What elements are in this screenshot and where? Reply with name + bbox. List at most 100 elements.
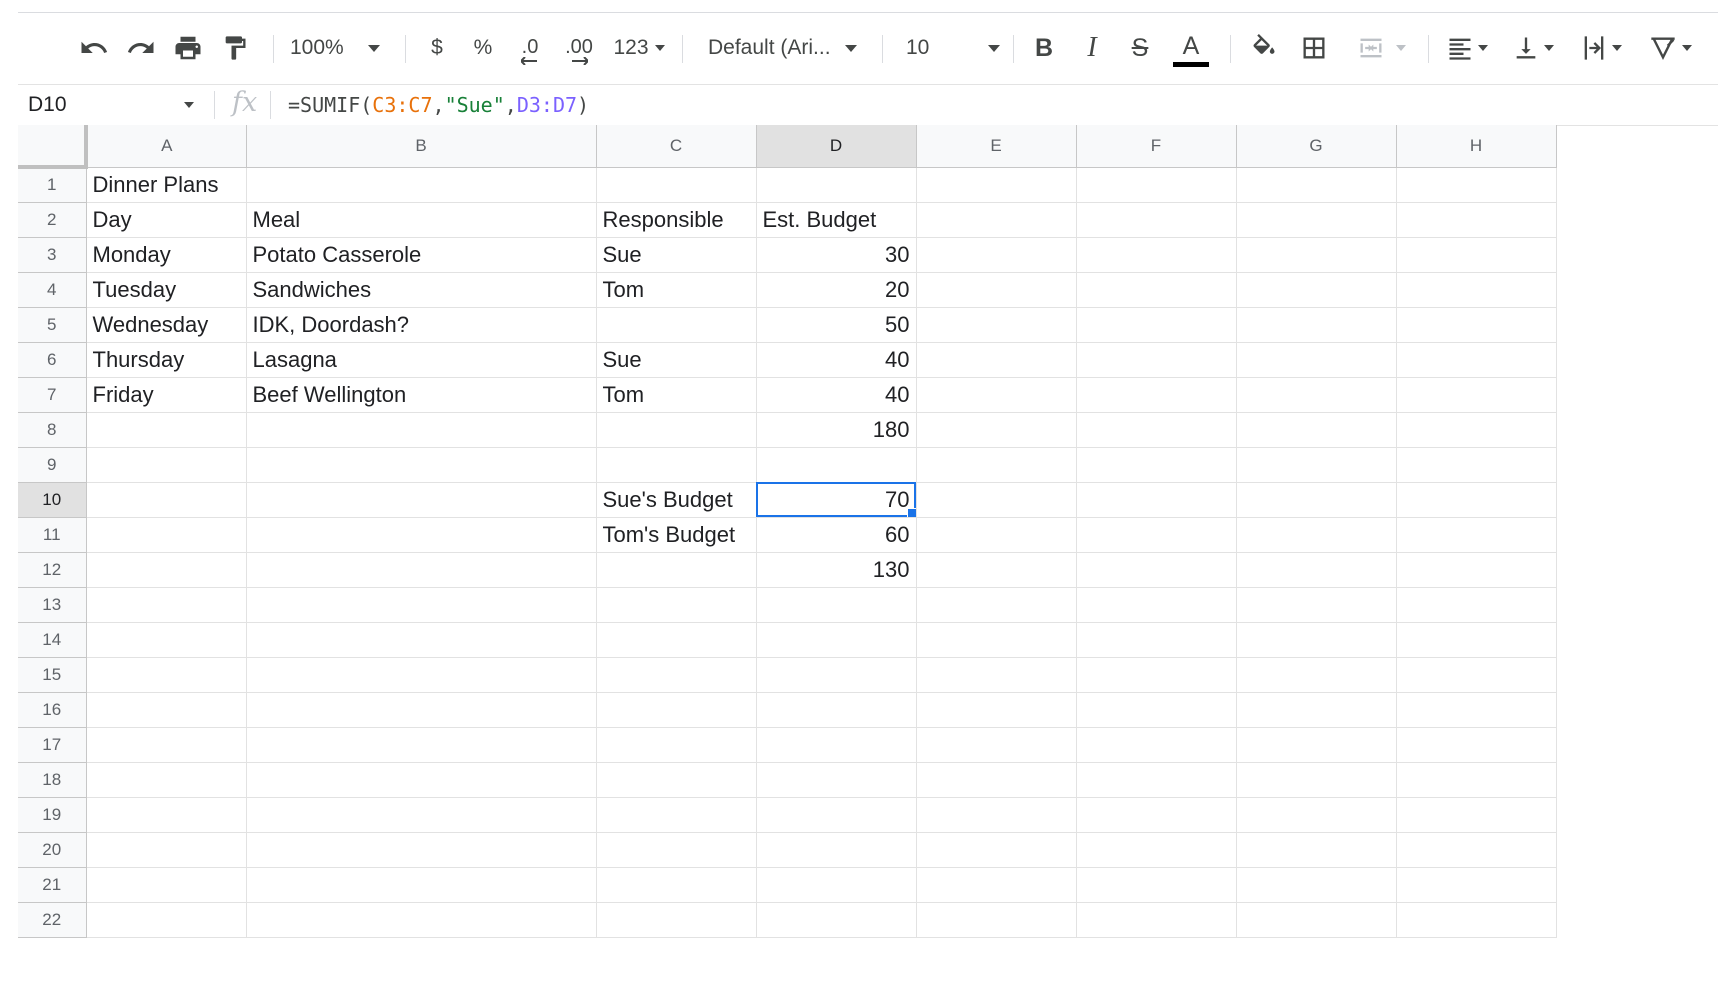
cell[interactable] <box>756 692 917 728</box>
cell[interactable] <box>1236 552 1397 588</box>
row-header[interactable]: 10 <box>18 482 87 518</box>
fill-handle[interactable] <box>906 507 915 516</box>
cell[interactable]: Tom <box>596 272 757 308</box>
cell[interactable] <box>1396 202 1557 238</box>
cell[interactable] <box>86 412 247 448</box>
cell[interactable] <box>1076 622 1237 658</box>
cell[interactable]: Potato Casserole <box>246 237 597 273</box>
cell[interactable] <box>1076 272 1237 308</box>
cell[interactable] <box>86 797 247 833</box>
cell[interactable] <box>1236 447 1397 483</box>
cell[interactable] <box>86 622 247 658</box>
cell[interactable] <box>916 692 1077 728</box>
row-header[interactable]: 5 <box>18 307 87 343</box>
bold-button[interactable]: B <box>1024 13 1064 83</box>
cell[interactable] <box>1076 867 1237 903</box>
merge-cells-button[interactable] <box>1346 13 1416 83</box>
cell[interactable] <box>1076 342 1237 378</box>
cell[interactable] <box>1396 342 1557 378</box>
column-header[interactable]: B <box>246 125 597 168</box>
column-header[interactable]: F <box>1076 125 1237 168</box>
column-header[interactable]: D <box>756 125 917 168</box>
text-wrapping-button[interactable] <box>1572 13 1630 83</box>
cell[interactable] <box>756 867 917 903</box>
cell[interactable] <box>1076 412 1237 448</box>
row-header[interactable]: 8 <box>18 412 87 448</box>
cell[interactable] <box>916 237 1077 273</box>
cell[interactable] <box>916 412 1077 448</box>
cell[interactable] <box>596 692 757 728</box>
font-family-select[interactable]: Default (Ari... <box>708 13 868 83</box>
cell[interactable] <box>756 797 917 833</box>
cell[interactable] <box>596 832 757 868</box>
cell[interactable] <box>916 797 1077 833</box>
cell[interactable] <box>1076 727 1237 763</box>
text-color-button[interactable]: A <box>1168 13 1214 83</box>
cell[interactable]: Sue <box>596 237 757 273</box>
cell[interactable] <box>1076 307 1237 343</box>
row-header[interactable]: 18 <box>18 762 87 798</box>
cell[interactable] <box>756 727 917 763</box>
cell[interactable] <box>246 622 597 658</box>
cell[interactable]: 50 <box>756 307 917 343</box>
cell[interactable] <box>916 587 1077 623</box>
cell[interactable]: Lasagna <box>246 342 597 378</box>
cell[interactable] <box>756 832 917 868</box>
cell[interactable] <box>1236 692 1397 728</box>
percent-format-button[interactable]: % <box>466 13 500 83</box>
cell[interactable] <box>596 447 757 483</box>
cell[interactable] <box>86 832 247 868</box>
cell[interactable]: Meal <box>246 202 597 238</box>
cell[interactable] <box>1076 657 1237 693</box>
cell[interactable] <box>1236 832 1397 868</box>
cell[interactable] <box>86 587 247 623</box>
cell[interactable] <box>1396 307 1557 343</box>
cell[interactable] <box>246 552 597 588</box>
cell[interactable]: Tom's Budget <box>596 517 757 553</box>
row-header[interactable]: 22 <box>18 902 87 938</box>
column-header[interactable]: A <box>86 125 247 168</box>
redo-button[interactable] <box>119 13 163 83</box>
cell[interactable] <box>916 517 1077 553</box>
strikethrough-button[interactable]: S <box>1120 13 1160 83</box>
cell[interactable] <box>916 167 1077 203</box>
cell[interactable] <box>1396 622 1557 658</box>
cell[interactable] <box>1396 447 1557 483</box>
cell[interactable] <box>756 167 917 203</box>
cell[interactable] <box>246 517 597 553</box>
cell[interactable]: 130 <box>756 552 917 588</box>
cell[interactable]: Wednesday <box>86 307 247 343</box>
cell[interactable] <box>86 902 247 938</box>
cell[interactable] <box>246 447 597 483</box>
cell[interactable] <box>1236 762 1397 798</box>
cell[interactable] <box>86 447 247 483</box>
cell[interactable] <box>246 167 597 203</box>
cell[interactable] <box>916 832 1077 868</box>
cell[interactable] <box>246 412 597 448</box>
increase-decimal-button[interactable]: .00 <box>556 13 602 83</box>
print-button[interactable] <box>166 13 210 83</box>
cell[interactable] <box>916 342 1077 378</box>
cell[interactable] <box>1236 517 1397 553</box>
cell[interactable] <box>1236 657 1397 693</box>
text-rotation-button[interactable] <box>1640 13 1700 83</box>
row-header[interactable]: 2 <box>18 202 87 238</box>
cell[interactable] <box>1076 762 1237 798</box>
cell[interactable]: IDK, Doordash? <box>246 307 597 343</box>
cell[interactable] <box>86 482 247 518</box>
cell[interactable] <box>916 482 1077 518</box>
cell[interactable] <box>596 307 757 343</box>
cell[interactable] <box>246 727 597 763</box>
cell[interactable] <box>1076 377 1237 413</box>
active-cell[interactable]: 70 <box>756 482 917 518</box>
cell[interactable]: 30 <box>756 237 917 273</box>
cell[interactable] <box>1236 622 1397 658</box>
zoom-select[interactable]: 100% <box>290 13 390 83</box>
row-header[interactable]: 9 <box>18 447 87 483</box>
cell[interactable] <box>916 307 1077 343</box>
cell[interactable] <box>1236 727 1397 763</box>
row-header[interactable]: 1 <box>18 167 87 203</box>
cell[interactable] <box>756 587 917 623</box>
cell[interactable]: 40 <box>756 342 917 378</box>
cell[interactable] <box>596 867 757 903</box>
